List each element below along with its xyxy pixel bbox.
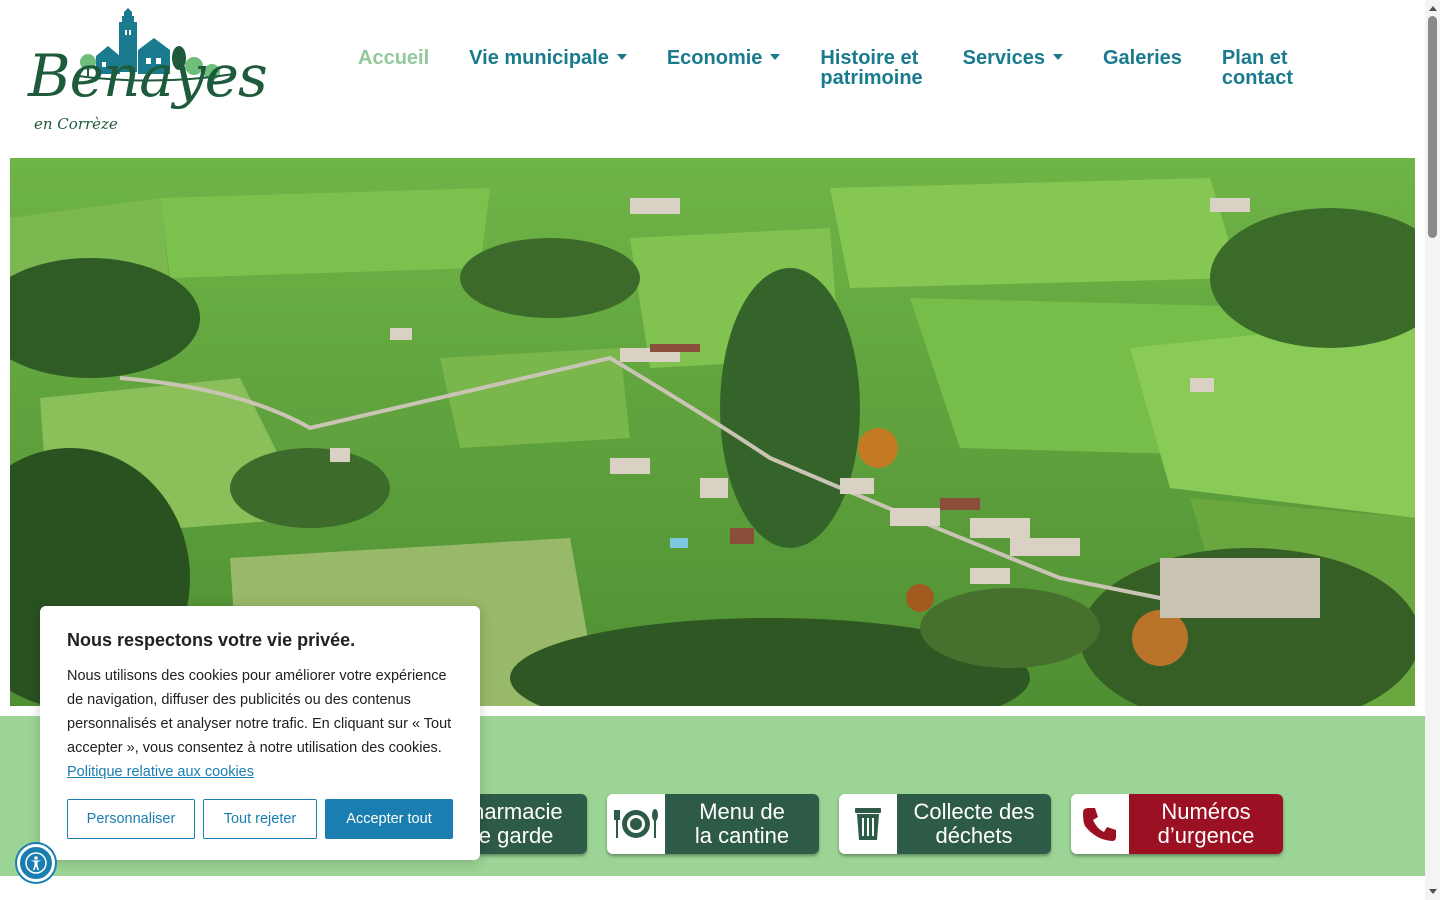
tile-collecte-dechets[interactable]: Collecte des déchets bbox=[839, 794, 1051, 854]
accept-all-button[interactable]: Accepter tout bbox=[325, 799, 453, 839]
cookie-policy-link[interactable]: Politique relative aux cookies bbox=[67, 764, 254, 780]
page: Benayes en Corrèze Accueil Vie municipal… bbox=[0, 0, 1440, 900]
accessibility-icon bbox=[25, 852, 47, 874]
site-logo[interactable]: Benayes en Corrèze bbox=[28, 8, 268, 134]
chevron-down-icon bbox=[616, 53, 627, 60]
nav-label: Plan et contact bbox=[1221, 47, 1294, 89]
tile-numeros-urgence[interactable]: Numéros d’urgence bbox=[1071, 794, 1283, 854]
chevron-down-icon bbox=[770, 53, 781, 60]
tile-menu-cantine[interactable]: Menu de la cantine bbox=[607, 794, 819, 854]
tile-label: Collecte des déchets bbox=[897, 794, 1051, 854]
plate-cutlery-icon bbox=[607, 794, 665, 854]
nav-label: Vie municipale bbox=[469, 47, 609, 69]
chevron-down-icon bbox=[1052, 53, 1063, 60]
cookie-title: Nous respectons votre vie privée. bbox=[67, 630, 356, 650]
nav-item-accueil[interactable]: Accueil bbox=[358, 48, 429, 88]
nav-label: Economie bbox=[666, 47, 763, 69]
cookie-body: Nous utilisons des cookies pour améliore… bbox=[67, 664, 457, 784]
nav-item-plan-contact[interactable]: Plan et contact bbox=[1222, 48, 1293, 88]
accessibility-button[interactable] bbox=[17, 844, 55, 882]
nav-label: Services bbox=[962, 47, 1045, 69]
logo-wordmark: Benayes bbox=[28, 42, 268, 110]
nav-label: Galeries bbox=[1102, 47, 1182, 69]
phone-icon bbox=[1071, 794, 1129, 854]
reject-all-button[interactable]: Tout rejeter bbox=[203, 799, 317, 839]
page-scrollbar[interactable] bbox=[1425, 0, 1440, 900]
tile-label: Numéros d’urgence bbox=[1129, 794, 1283, 854]
site-header: Benayes en Corrèze Accueil Vie municipal… bbox=[0, 0, 1425, 158]
nav-item-economie[interactable]: Economie bbox=[667, 48, 781, 88]
trash-bin-icon bbox=[839, 794, 897, 854]
scroll-down-icon[interactable] bbox=[1429, 889, 1437, 894]
nav-item-histoire-patrimoine[interactable]: Histoire et patrimoine bbox=[820, 48, 922, 88]
main-nav: Accueil Vie municipale Economie Histoire… bbox=[358, 48, 1293, 88]
logo-subtitle: en Corrèze bbox=[34, 115, 118, 133]
nav-label: Histoire et patrimoine bbox=[820, 47, 923, 89]
nav-item-services[interactable]: Services bbox=[963, 48, 1063, 88]
nav-item-vie-municipale[interactable]: Vie municipale bbox=[469, 48, 627, 88]
tile-label: Menu de la cantine bbox=[665, 794, 819, 854]
nav-label: Accueil bbox=[358, 47, 430, 69]
scrollbar-thumb[interactable] bbox=[1428, 16, 1437, 238]
scroll-up-icon[interactable] bbox=[1429, 6, 1437, 11]
cookie-consent-dialog: Nous respectons votre vie privée. Nous u… bbox=[40, 606, 480, 860]
nav-item-galeries[interactable]: Galeries bbox=[1103, 48, 1182, 88]
customize-button[interactable]: Personnaliser bbox=[67, 799, 195, 839]
cookie-description: Nous utilisons des cookies pour améliore… bbox=[67, 668, 452, 756]
